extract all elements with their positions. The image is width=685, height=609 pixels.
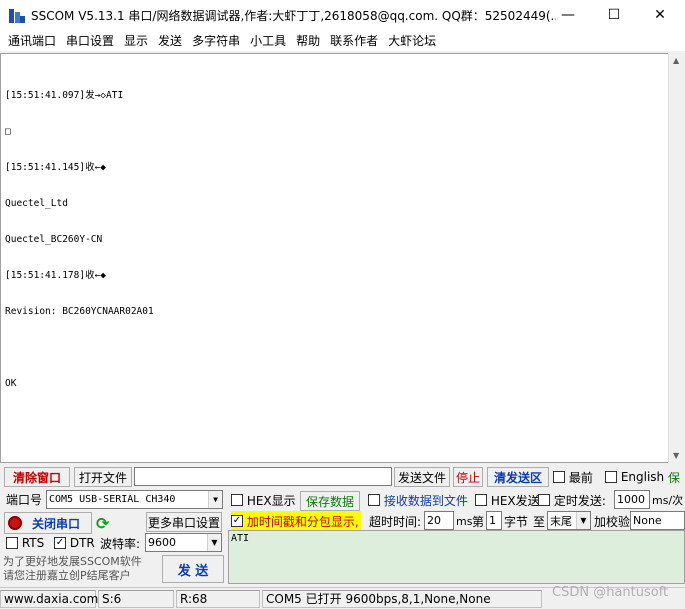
- refresh-icon[interactable]: ⟳: [96, 513, 109, 533]
- open-file-button[interactable]: 打开文件: [74, 467, 132, 487]
- website-link[interactable]: www.daxia.com: [0, 589, 98, 608]
- send-button[interactable]: 发 送: [162, 555, 224, 583]
- log-line: Quectel_Ltd: [5, 198, 68, 209]
- checkbox-icon: [538, 494, 550, 506]
- maximize-button[interactable]: ☐: [591, 0, 637, 30]
- timestamp-checkbox[interactable]: ✓ 加时间戳和分包显示,: [231, 511, 361, 531]
- chevron-down-icon: ▼: [208, 491, 222, 508]
- timed-unit-label: ms/次: [652, 494, 684, 507]
- checkbox-icon: [553, 471, 565, 483]
- menu-bar: 通讯端口 串口设置 显示 发送 多字符串 小工具 帮助 联系作者 大虾论坛: [0, 30, 685, 51]
- received-count: R:68: [176, 589, 260, 608]
- topmost-checkbox[interactable]: 最前: [553, 467, 593, 487]
- log-line: Revision: BC260YCNAAR02A01: [5, 306, 154, 317]
- menu-help[interactable]: 帮助: [291, 32, 325, 49]
- menu-serial-settings[interactable]: 串口设置: [61, 32, 119, 49]
- menu-forum[interactable]: 大虾论坛: [383, 32, 441, 49]
- promo-text: 为了更好地发展SSCOM软件 请您注册嘉立创P结尾客户: [3, 555, 142, 582]
- log-line: [15:51:41.097]发→◇ATI: [5, 90, 124, 101]
- checksum-label: 加校验: [594, 514, 631, 529]
- file-path-input[interactable]: [134, 467, 392, 486]
- menu-comm-port[interactable]: 通讯端口: [3, 32, 61, 49]
- port-select[interactable]: COM5 USB-SERIAL CH340 ▼: [46, 490, 223, 509]
- close-button[interactable]: ✕: [637, 0, 683, 30]
- checkbox-icon: [605, 471, 617, 483]
- checksum-select[interactable]: None: [630, 511, 685, 530]
- menu-display[interactable]: 显示: [119, 32, 153, 49]
- to-select[interactable]: 末尾 ▼: [547, 511, 591, 530]
- checkbox-icon: [231, 494, 243, 506]
- receive-scrollbar[interactable]: ▲ ▼: [668, 53, 685, 463]
- timeout-label: 超时时间:: [369, 514, 422, 529]
- title-bar: SSCOM V5.13.1 串口/网络数据调试器,作者:大虾丁丁,2618058…: [0, 0, 685, 30]
- send-file-button[interactable]: 发送文件: [394, 467, 450, 487]
- byte-label: 字节: [504, 514, 529, 529]
- clear-send-button[interactable]: 清发送区: [487, 467, 549, 487]
- hex-display-checkbox[interactable]: HEX显示: [231, 490, 296, 510]
- scroll-down-icon[interactable]: ▼: [673, 451, 679, 460]
- close-port-button[interactable]: 关闭串口: [4, 512, 92, 534]
- rts-checkbox[interactable]: RTS: [6, 533, 44, 553]
- menu-send[interactable]: 发送: [153, 32, 187, 49]
- save-params-button[interactable]: 保: [668, 467, 680, 487]
- minimize-button[interactable]: —: [545, 0, 591, 30]
- nth-label: 第: [472, 514, 485, 529]
- log-line: [15:51:41.178]收←◆: [5, 270, 107, 281]
- scroll-up-icon[interactable]: ▲: [673, 56, 679, 65]
- checkbox-checked-icon: ✓: [54, 537, 66, 549]
- timed-send-checkbox[interactable]: 定时发送:: [538, 490, 606, 510]
- baud-label: 波特率:: [100, 536, 141, 551]
- checkbox-checked-icon: ✓: [231, 515, 243, 527]
- more-settings-button[interactable]: 更多串口设置: [146, 512, 222, 532]
- save-data-button[interactable]: 保存数据: [300, 491, 360, 511]
- port-status-text: COM5 已打开 9600bps,8,1,None,None: [262, 589, 542, 608]
- hex-send-checkbox[interactable]: HEX发送: [475, 490, 540, 510]
- checkbox-icon: [368, 494, 380, 506]
- clear-window-button[interactable]: 清除窗口: [4, 467, 70, 487]
- timeout-input[interactable]: 20: [424, 511, 454, 530]
- dtr-checkbox[interactable]: ✓ DTR: [54, 533, 95, 553]
- send-input[interactable]: ATI: [228, 530, 685, 584]
- menu-tools[interactable]: 小工具: [245, 32, 291, 49]
- timed-interval-input[interactable]: 1000: [614, 490, 650, 509]
- recv-to-file-checkbox[interactable]: 接收数据到文件: [368, 490, 468, 510]
- checkbox-icon: [475, 494, 487, 506]
- watermark: CSDN @hantusoft: [552, 585, 669, 600]
- port-label: 端口号: [6, 492, 43, 507]
- nth-byte-input[interactable]: 1: [486, 511, 502, 530]
- baud-select[interactable]: 9600 ▼: [145, 533, 222, 552]
- log-line: Quectel_BC260Y-CN: [5, 234, 103, 245]
- stop-button[interactable]: 停止: [453, 467, 483, 487]
- checkbox-icon: [6, 537, 18, 549]
- app-icon: [9, 7, 25, 23]
- log-line: □: [5, 126, 11, 137]
- window-title: SSCOM V5.13.1 串口/网络数据调试器,作者:大虾丁丁,2618058…: [31, 8, 556, 23]
- receive-text-area[interactable]: [15:51:41.097]发→◇ATI □ [15:51:41.145]收←◆…: [0, 53, 668, 463]
- english-checkbox[interactable]: English: [605, 467, 664, 487]
- log-line: [15:51:41.145]收←◆: [5, 162, 107, 173]
- log-line: OK: [5, 378, 17, 389]
- port-status-icon: [8, 516, 22, 530]
- timeout-unit-label: ms: [456, 514, 473, 528]
- menu-multi-string[interactable]: 多字符串: [187, 32, 245, 49]
- chevron-down-icon: ▼: [207, 534, 221, 551]
- sent-count: S:6: [98, 589, 174, 608]
- chevron-down-icon: ▼: [576, 512, 590, 529]
- to-label: 至: [533, 514, 546, 529]
- menu-contact-author[interactable]: 联系作者: [325, 32, 383, 49]
